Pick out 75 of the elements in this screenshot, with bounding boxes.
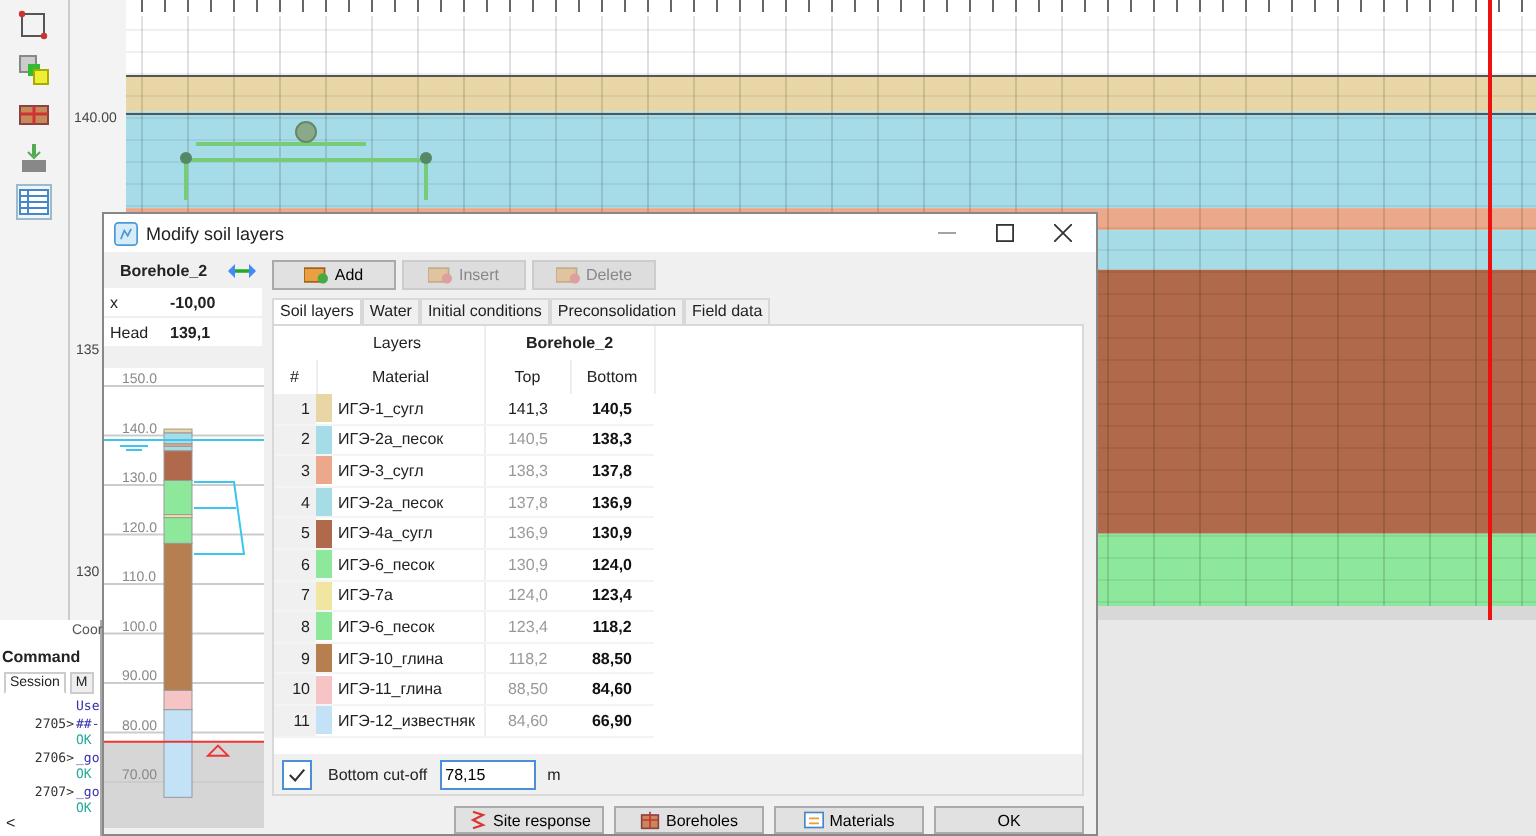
materials-button[interactable]: Materials [774,806,924,834]
row-number: 1 [274,394,316,425]
table-cell[interactable]: 88,50 [570,642,654,674]
layers-icon[interactable] [18,54,50,86]
unit-label: m [547,765,561,783]
row-number: 3 [274,455,316,487]
borehole-name: Borehole_2 [120,261,208,279]
ok-button[interactable]: OK [934,806,1084,834]
table-cell[interactable]: ИГЭ-7а [332,580,485,612]
cutoff-checkbox[interactable] [282,759,312,789]
panel-title: Command [2,648,81,666]
delete-layer-icon [555,266,580,284]
selection-icon[interactable] [18,10,50,42]
dialog-title: Modify soil layers [146,223,285,243]
row-number: 10 [274,673,316,705]
table-icon [803,810,824,830]
column-group-header: Layers [274,326,485,360]
cutoff-label: Bottom cut-off [328,765,428,783]
table-cell[interactable]: ИГЭ-2а_песок [332,486,485,518]
cutoff-input[interactable]: 78,15 [439,759,536,789]
table-cell[interactable]: ИГЭ-12_известняк [332,704,485,737]
scroll-left-button[interactable]: < [6,814,16,832]
row-number: 8 [274,611,316,643]
tab[interactable]: Soil layers [272,298,362,324]
column-group-header: Borehole_2 [485,326,654,360]
pressure-profile-drawing [193,481,246,555]
table-cell[interactable]: 138,3 [570,424,654,456]
table-cell[interactable]: ИГЭ-11_глина [332,673,485,705]
row-number: 5 [274,517,316,549]
maximize-icon[interactable] [996,224,1014,242]
tab[interactable]: Field data [684,298,771,324]
tab[interactable]: Water [361,298,420,324]
zigzag-icon [467,810,488,830]
well-icon[interactable] [18,142,50,174]
swap-icon[interactable] [228,261,256,279]
table-cell[interactable]: ИГЭ-2а_песок [332,424,485,456]
checkmark-icon [288,765,306,783]
row-number: 7 [274,580,316,612]
field-label: Head [108,323,151,341]
column-header: Bottom [570,360,654,394]
table-icon[interactable] [18,186,50,218]
row-number: 11 [274,704,316,737]
close-icon[interactable] [1054,224,1072,242]
table-cell[interactable]: ИГЭ-10_глина [332,642,485,674]
tab[interactable]: Preconsolidation [549,298,685,324]
field-value[interactable]: -10,00 [170,293,216,311]
tab[interactable]: Initial conditions [419,298,550,324]
table-cell[interactable]: 130,9 [570,517,654,549]
table-cell[interactable]: 137,8 [570,455,654,487]
add-button[interactable]: Add [272,260,396,290]
table-cell[interactable]: 124,0 [570,548,654,581]
row-number: 2 [274,424,316,456]
table-cell[interactable]: 66,90 [570,704,654,737]
row-number: 4 [274,486,316,518]
table-cell[interactable]: 136,9 [570,486,654,518]
table-cell[interactable]: 118,2 [570,611,654,643]
field-value[interactable]: 139,1 [170,323,211,341]
table-cell[interactable]: ИГЭ-1_сугл [332,394,485,425]
table-cell[interactable]: ИГЭ-3_сугл [332,455,485,487]
table-cell[interactable]: ИГЭ-6_песок [332,611,485,643]
table-cell[interactable]: 84,60 [570,673,654,705]
boreholes-button[interactable]: Boreholes [614,806,764,834]
borehole-icon [639,810,660,830]
field-label: x [108,293,120,311]
row-number: 6 [274,548,316,581]
table-cell[interactable]: ИГЭ-4а_сугл [332,517,485,549]
row-number: 9 [274,642,316,674]
table-cell[interactable]: ИГЭ-6_песок [332,548,485,581]
table-cell[interactable]: 141,3 [485,394,570,425]
add-layer-icon [304,266,329,284]
site-response-button[interactable]: Site response [454,806,604,834]
table-cell[interactable]: 140,5 [570,394,654,425]
column-header: Top [485,360,570,394]
table-cell[interactable]: 123,4 [570,580,654,612]
insert-layer-icon [428,266,453,284]
